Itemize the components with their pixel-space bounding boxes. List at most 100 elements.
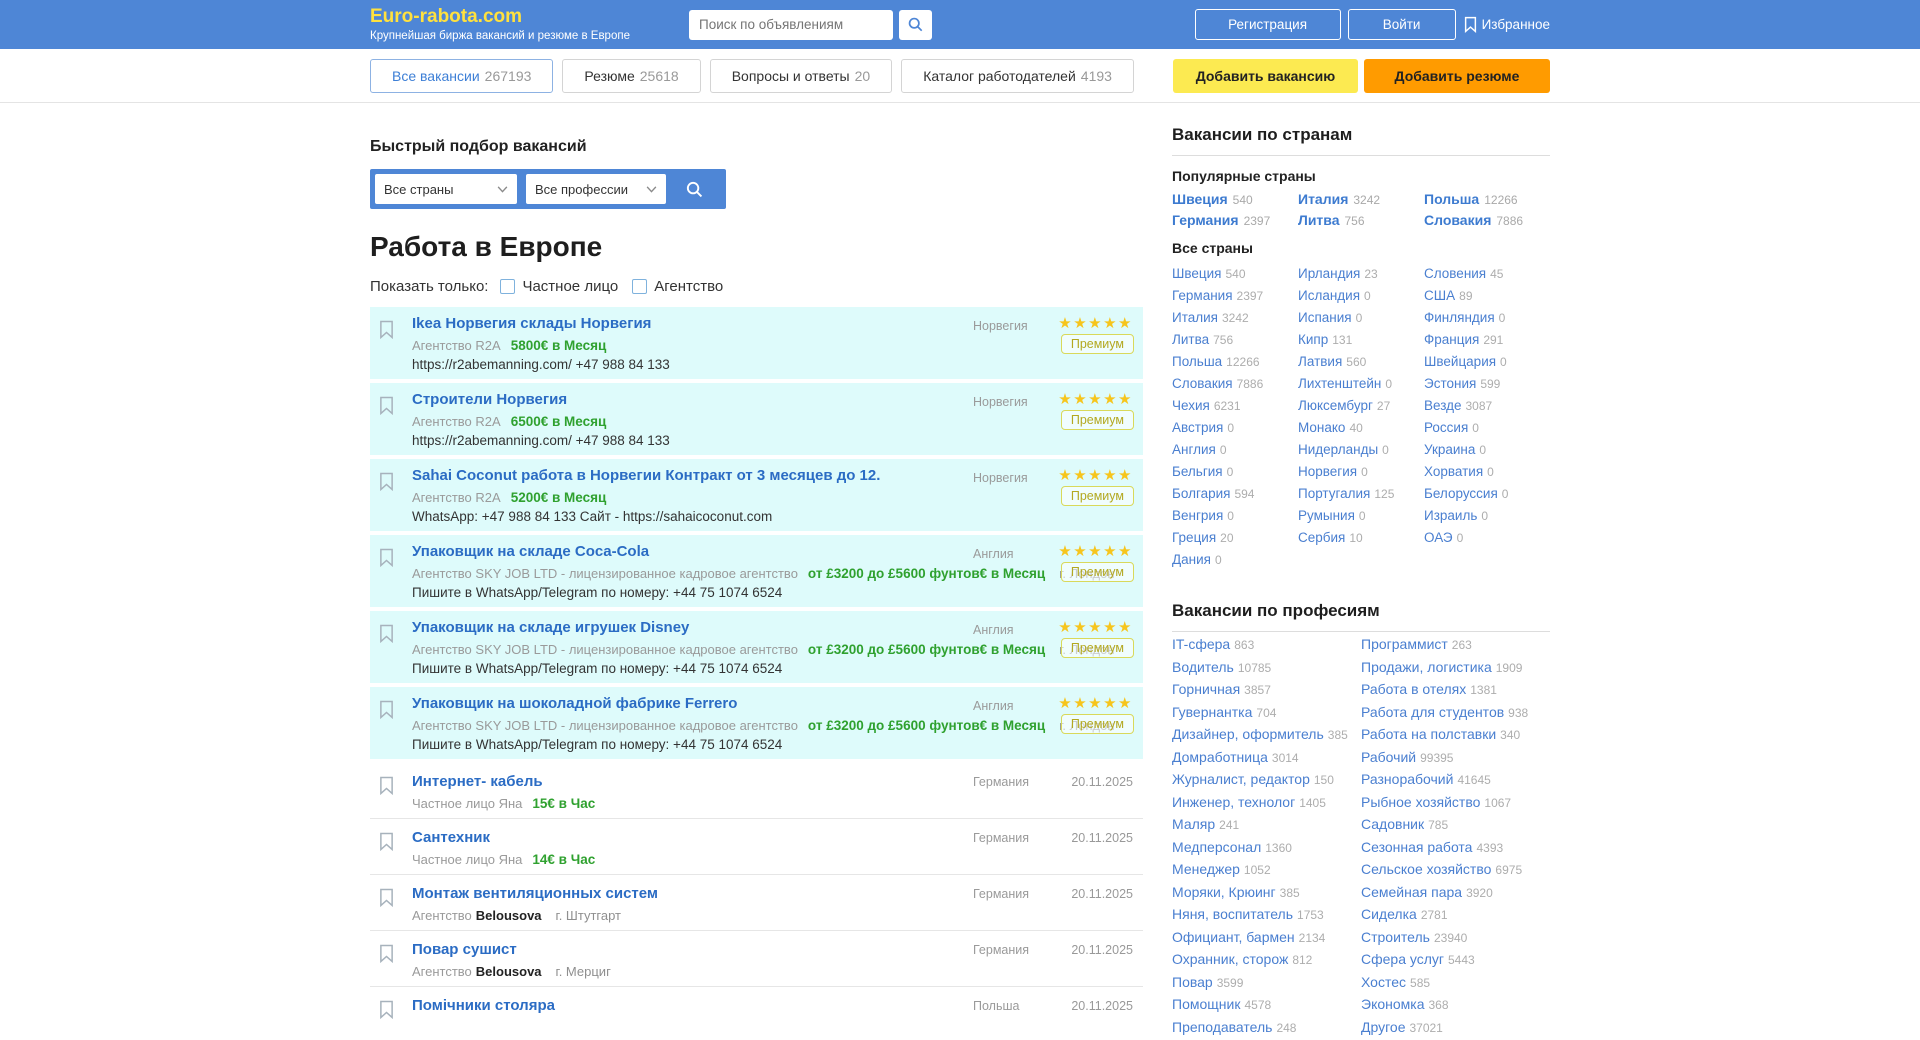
nav-tab[interactable]: Каталог работодателей 4193 (901, 59, 1134, 93)
sidebar-list-link[interactable]: Бельгия (1172, 464, 1223, 479)
popular-country-link[interactable]: Германия (1172, 212, 1239, 228)
sidebar-list-link[interactable]: Сфера услуг (1361, 951, 1444, 967)
add-resume-button[interactable]: Добавить резюме (1364, 59, 1550, 93)
sidebar-list-link[interactable]: Гувернантка (1172, 704, 1252, 720)
sidebar-list-link[interactable]: Россия (1424, 420, 1468, 435)
sidebar-list-link[interactable]: Хорватия (1424, 464, 1483, 479)
bookmark-icon[interactable] (379, 700, 394, 724)
listing-title-link[interactable]: Упаковщик на складе Coca-Cola (412, 544, 649, 560)
sidebar-list-link[interactable]: Преподаватель (1172, 1019, 1272, 1035)
quick-search-button[interactable] (675, 174, 713, 204)
popular-country-link[interactable]: Литва (1298, 212, 1340, 228)
sidebar-list-link[interactable]: Болгария (1172, 486, 1230, 501)
bookmark-icon[interactable] (379, 320, 394, 344)
filter-option[interactable]: Частное лицо (500, 278, 618, 295)
sidebar-list-link[interactable]: Работа в отелях (1361, 681, 1466, 697)
bookmark-icon[interactable] (379, 396, 394, 420)
sidebar-list-link[interactable]: Разнорабочий (1361, 771, 1453, 787)
sidebar-list-link[interactable]: Сельское хозяйство (1361, 861, 1491, 877)
sidebar-list-link[interactable]: Рабочий (1361, 749, 1416, 765)
sidebar-list-link[interactable]: Литва (1172, 332, 1209, 347)
sidebar-list-link[interactable]: Везде (1424, 398, 1462, 413)
sidebar-list-link[interactable]: Белоруссия (1424, 486, 1498, 501)
sidebar-list-link[interactable]: Водитель (1172, 659, 1234, 675)
bookmark-icon[interactable] (379, 548, 394, 572)
sidebar-list-link[interactable]: Сезонная работа (1361, 839, 1472, 855)
bookmark-icon[interactable] (379, 888, 394, 912)
sidebar-list-link[interactable]: Помощник (1172, 996, 1240, 1012)
sidebar-list-link[interactable]: Строитель (1361, 929, 1430, 945)
sidebar-list-link[interactable]: Сербия (1298, 530, 1345, 545)
sidebar-list-link[interactable]: Работа для студентов (1361, 704, 1504, 720)
checkbox[interactable] (500, 279, 515, 294)
listing-title-link[interactable]: Интернет- кабель (412, 774, 543, 790)
checkbox[interactable] (632, 279, 647, 294)
sidebar-list-link[interactable]: Кипр (1298, 332, 1328, 347)
sidebar-list-link[interactable]: Польша (1172, 354, 1222, 369)
search-button[interactable] (899, 10, 932, 40)
sidebar-list-link[interactable]: Италия (1172, 310, 1218, 325)
sidebar-list-link[interactable]: Румыния (1298, 508, 1355, 523)
nav-tab[interactable]: Резюме 25618 (562, 59, 700, 93)
sidebar-list-link[interactable]: Продажи, логистика (1361, 659, 1492, 675)
sidebar-list-link[interactable]: Повар (1172, 974, 1213, 990)
sidebar-list-link[interactable]: Греция (1172, 530, 1216, 545)
register-button[interactable]: Регистрация (1195, 9, 1341, 40)
bookmark-icon[interactable] (379, 1000, 394, 1024)
sidebar-list-link[interactable]: Латвия (1298, 354, 1342, 369)
listing-title-link[interactable]: Упаковщик на складе игрушек Disney (412, 620, 689, 636)
nav-tab[interactable]: Вопросы и ответы 20 (710, 59, 892, 93)
sidebar-list-link[interactable]: Экономка (1361, 996, 1425, 1012)
sidebar-list-link[interactable]: Чехия (1172, 398, 1210, 413)
sidebar-list-link[interactable]: Журналист, редактор (1172, 771, 1310, 787)
sidebar-list-link[interactable]: Официант, бармен (1172, 929, 1295, 945)
popular-country-link[interactable]: Италия (1298, 191, 1348, 207)
sidebar-list-link[interactable]: Домработница (1172, 749, 1268, 765)
sidebar-list-link[interactable]: Португалия (1298, 486, 1370, 501)
sidebar-list-link[interactable]: Семейная пара (1361, 884, 1462, 900)
bookmark-icon[interactable] (379, 944, 394, 968)
sidebar-list-link[interactable]: Словения (1424, 266, 1486, 281)
sidebar-list-link[interactable]: Работа на полставки (1361, 726, 1496, 742)
sidebar-list-link[interactable]: Программист (1361, 636, 1448, 652)
sidebar-list-link[interactable]: Моряки, Крюинг (1172, 884, 1276, 900)
listing-title-link[interactable]: Ikea Норвегия склады Норвегия (412, 316, 651, 332)
sidebar-list-link[interactable]: Германия (1172, 288, 1233, 303)
sidebar-list-link[interactable]: США (1424, 288, 1455, 303)
popular-country-link[interactable]: Словакия (1424, 212, 1491, 228)
country-select[interactable]: Все страны (375, 174, 517, 204)
login-button[interactable]: Войти (1348, 9, 1456, 40)
popular-country-link[interactable]: Швеция (1172, 191, 1228, 207)
sidebar-list-link[interactable]: Хостес (1361, 974, 1406, 990)
profession-select[interactable]: Все профессии (526, 174, 666, 204)
sidebar-list-link[interactable]: Горничная (1172, 681, 1240, 697)
sidebar-list-link[interactable]: IT-сфера (1172, 636, 1230, 652)
sidebar-list-link[interactable]: Рыбное хозяйство (1361, 794, 1480, 810)
sidebar-list-link[interactable]: Швеция (1172, 266, 1222, 281)
popular-country-link[interactable]: Польша (1424, 191, 1479, 207)
sidebar-list-link[interactable]: Инженер, технолог (1172, 794, 1295, 810)
listing-title-link[interactable]: Сантехник (412, 830, 490, 846)
sidebar-list-link[interactable]: Люксембург (1298, 398, 1373, 413)
sidebar-list-link[interactable]: Словакия (1172, 376, 1233, 391)
sidebar-list-link[interactable]: Няня, воспитатель (1172, 906, 1293, 922)
sidebar-list-link[interactable]: Норвегия (1298, 464, 1357, 479)
sidebar-list-link[interactable]: Венгрия (1172, 508, 1223, 523)
filter-option[interactable]: Агентство (632, 278, 723, 295)
bookmark-icon[interactable] (379, 472, 394, 496)
sidebar-list-link[interactable]: Маляр (1172, 816, 1215, 832)
search-input[interactable] (689, 10, 893, 40)
sidebar-list-link[interactable]: Сиделка (1361, 906, 1417, 922)
listing-title-link[interactable]: Повар сушист (412, 942, 517, 958)
sidebar-list-link[interactable]: Швейцария (1424, 354, 1496, 369)
add-vacancy-button[interactable]: Добавить вакансию (1173, 59, 1358, 93)
sidebar-list-link[interactable]: Дания (1172, 552, 1211, 567)
sidebar-list-link[interactable]: Исландия (1298, 288, 1360, 303)
bookmark-icon[interactable] (379, 832, 394, 856)
sidebar-list-link[interactable]: Нидерланды (1298, 442, 1378, 457)
sidebar-list-link[interactable]: ОАЭ (1424, 530, 1453, 545)
bookmark-icon[interactable] (379, 776, 394, 800)
bookmark-icon[interactable] (379, 624, 394, 648)
sidebar-list-link[interactable]: Израиль (1424, 508, 1477, 523)
sidebar-list-link[interactable]: Медперсонал (1172, 839, 1261, 855)
